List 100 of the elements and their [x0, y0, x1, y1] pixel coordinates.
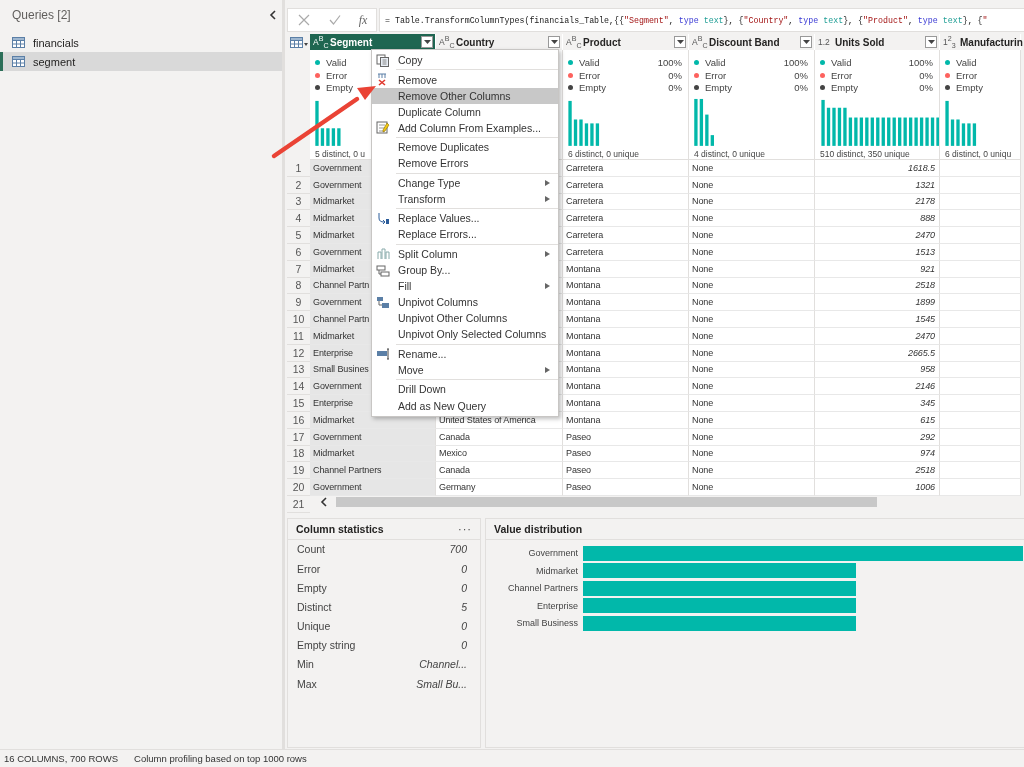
menu-item[interactable]: Copy [372, 52, 558, 69]
panel-title: Value distribution [494, 522, 583, 535]
stat-label: Max [297, 677, 317, 690]
table-cell: Government [310, 479, 436, 496]
stat-value: 0 [461, 639, 467, 652]
quality-label: Empty [579, 82, 606, 94]
menu-item[interactable]: Duplicate Column [372, 103, 558, 120]
stat-label: Empty [297, 581, 327, 594]
stat-label: Unique [297, 620, 331, 633]
distinct-count: 6 distinct, 0 unique [568, 149, 639, 159]
table-cell: Canada [436, 462, 563, 480]
table-cell: 345 [815, 395, 940, 412]
status-dot [315, 59, 320, 65]
pencil-icon [376, 121, 390, 135]
rename-icon [376, 347, 390, 361]
table-cell: Germany [436, 479, 563, 496]
more-button[interactable]: ··· [458, 522, 472, 535]
status-dot [694, 59, 699, 65]
table-cell: 2470 [815, 227, 940, 244]
unpivot-icon [376, 295, 390, 309]
table-cell: None [689, 210, 815, 228]
quality-percent: 0% [668, 69, 682, 81]
category-label: Government [527, 548, 579, 559]
function-button[interactable]: fx [358, 12, 368, 28]
category-label: Enterprise [535, 601, 579, 611]
filter-dropdown[interactable] [925, 36, 937, 48]
scrollbar-thumb[interactable] [336, 496, 877, 507]
formula-field[interactable]: = Table.TransformColumnTypes(financials_Table,{{"Segment", type text}, {"Country", type text}, {"Product", type text}, {" [379, 8, 1024, 32]
quality-percent: 100% [908, 56, 933, 68]
table-cell: Montana [563, 311, 689, 328]
quality-percent: 0% [919, 82, 933, 94]
caret-icon [802, 40, 810, 44]
table-cell: Carretera [563, 160, 689, 177]
quality-percent: 0% [794, 69, 808, 81]
table-cell: 1618.5 [815, 160, 940, 177]
menu-item[interactable]: Remove [372, 71, 558, 88]
category-label: Midmarket [535, 566, 579, 576]
histogram-drawing [694, 97, 716, 146]
menu-item[interactable]: Remove Other Columns [372, 87, 558, 104]
queries-title: Queries [2] [12, 8, 71, 22]
category-label: Channel Partners [506, 583, 579, 594]
quality-label: Empty [326, 82, 353, 94]
stat-value: 0 [461, 581, 467, 594]
quality-label: Error [956, 69, 978, 81]
stat-value: 700 [449, 543, 467, 556]
copy-icon [376, 53, 390, 67]
table-cell: Paseo [563, 479, 689, 496]
quality-label: Empty [956, 82, 983, 94]
status-dot [820, 85, 825, 91]
quality-label: Valid [831, 56, 852, 68]
table-cell: Carretera [563, 227, 689, 244]
menu-item[interactable]: Add Column From Examples... [372, 119, 558, 136]
table-cell: Montana [563, 395, 689, 412]
table-cell: None [689, 227, 815, 244]
quality-percent: 0% [668, 82, 682, 94]
category-label: Small Business [515, 618, 579, 629]
table-cell: None [689, 462, 815, 480]
stat-label: Empty string [297, 639, 356, 652]
status-dot [568, 85, 573, 91]
table-cell: 1545 [815, 311, 940, 328]
table-cell: 1899 [815, 294, 940, 312]
status-dot [315, 85, 320, 91]
stat-label: Min [297, 658, 314, 671]
group-icon [376, 263, 390, 277]
table-cell: None [689, 311, 815, 328]
filter-dropdown[interactable] [800, 36, 812, 48]
collapse-icon[interactable] [268, 9, 278, 21]
table-cell: Montana [563, 294, 689, 312]
filter-dropdown[interactable] [548, 36, 560, 48]
filter-dropdown[interactable] [421, 36, 433, 48]
quality-percent: 100% [657, 56, 682, 68]
column-name: Units Sold [835, 36, 886, 48]
table-cell: Channel Partners [310, 462, 436, 480]
type-label[interactable]: 1.2 [818, 37, 832, 47]
panel-title: Column statistics [296, 522, 384, 535]
check-icon [328, 14, 341, 26]
status-text: 16 COLUMNS, 700 ROWS [4, 753, 119, 764]
table-cell: 1006 [815, 479, 940, 496]
table-cell: Montana [563, 378, 689, 396]
chevron-left-icon [319, 496, 327, 507]
quality-label: Error [326, 69, 348, 81]
quality-label: Empty [705, 82, 732, 94]
quality-label: Empty [831, 82, 858, 94]
table-cell: None [689, 160, 815, 177]
status-dot [315, 72, 320, 78]
filter-dropdown[interactable] [674, 36, 686, 48]
caret-icon [676, 40, 684, 44]
column-name: Country [456, 36, 496, 48]
status-dot [568, 59, 573, 65]
stat-label: Distinct [297, 600, 332, 613]
status-dot [945, 85, 950, 91]
table-menu-icon[interactable] [289, 36, 308, 48]
caret-icon [423, 40, 431, 44]
query-item[interactable]: financials [0, 33, 282, 52]
status-dot [820, 59, 825, 65]
query-item[interactable]: segment [0, 52, 282, 71]
status-dot [945, 59, 950, 65]
menu-item[interactable]: Remove Duplicates [372, 139, 558, 156]
stat-value: 5 [461, 600, 467, 613]
table-cell: Paseo [563, 462, 689, 480]
